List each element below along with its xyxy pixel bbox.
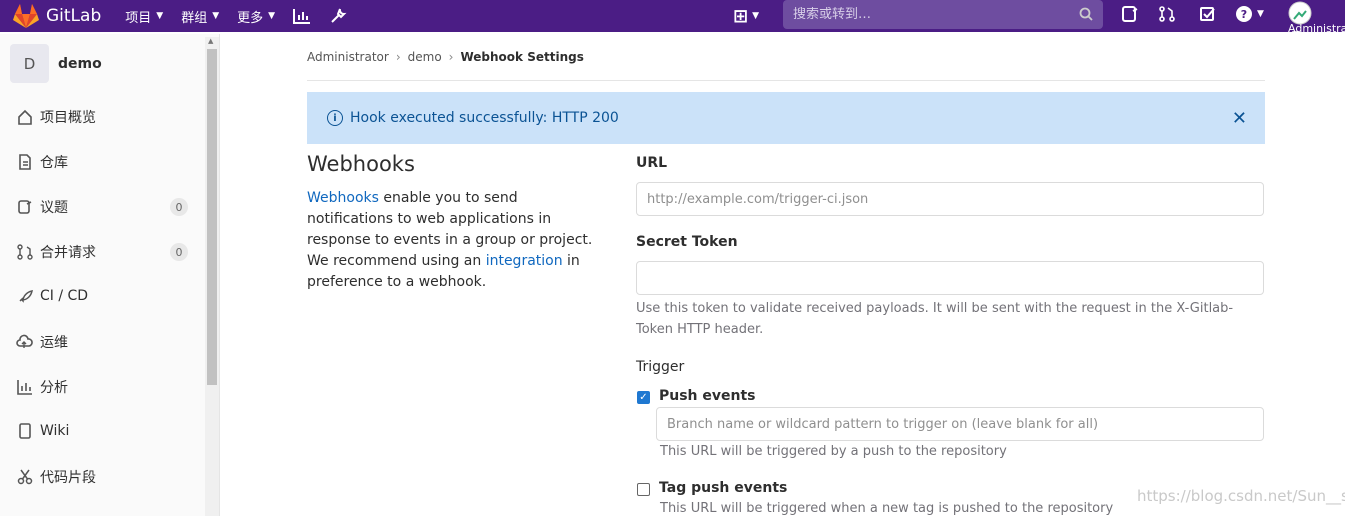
watermark: https://blog.csdn.net/Sun__s (1137, 487, 1345, 505)
top-navbar: GitLab 项目 ▼ 群组 ▼ 更多 ▼ ⊞ ▼ 搜索或转到… ? ▼ ▼ A… (0, 0, 1345, 40)
url-label: URL (636, 155, 668, 171)
doc-icon (16, 154, 33, 171)
book-icon (16, 422, 33, 439)
trigger-label: Trigger (636, 359, 685, 375)
issues-icon (16, 199, 33, 216)
push-events-label[interactable]: Push events (659, 388, 756, 404)
flash-notice: i Hook executed successfully: HTTP 200 ✕ (307, 92, 1265, 144)
sidebar-item-wiki[interactable]: Wiki (16, 422, 191, 439)
secret-token-input[interactable] (636, 261, 1264, 295)
project-avatar: D (10, 44, 49, 83)
activity-chart-icon[interactable] (293, 8, 311, 24)
project-name: demo (58, 55, 102, 72)
sidebar-item-ci-cd[interactable]: CI / CD (16, 287, 191, 304)
breadcrumb-item-administrator[interactable]: Administrator (307, 50, 389, 64)
sidebar-item-label: 仓库 (40, 155, 68, 171)
tag-push-events-checkbox[interactable] (637, 483, 650, 496)
chevron-right-icon: › (395, 50, 401, 64)
search-input[interactable] (793, 7, 1063, 22)
push-branch-filter-input[interactable] (656, 407, 1264, 441)
merge-requests-icon[interactable] (1158, 5, 1176, 23)
project-sidebar: D demo 项目概览 仓库 议题 0 合并请求 0 CI / CD 运维 分析… (0, 34, 220, 516)
nav-menu: 项目 ▼ 群组 ▼ 更多 ▼ (125, 7, 365, 26)
sidebar-item-analytics[interactable]: 分析 (16, 377, 191, 397)
sidebar-item-label: CI / CD (40, 287, 89, 304)
scissors-icon (16, 469, 33, 486)
sidebar-item-label: Wiki (40, 422, 70, 439)
sidebar-item-snippets[interactable]: 代码片段 (16, 467, 191, 487)
sidebar-item-repository[interactable]: 仓库 (16, 152, 191, 172)
sidebar-item-label: 议题 (40, 200, 68, 216)
flash-message: Hook executed successfully: HTTP 200 (350, 110, 619, 126)
gitlab-tanuki-icon (13, 4, 39, 28)
merge-request-icon (16, 244, 33, 261)
secret-token-help: Use this token to validate received payl… (636, 301, 1234, 337)
webhooks-description: Webhooks enable you to send notification… (307, 188, 607, 293)
url-input[interactable] (636, 182, 1264, 216)
issues-count-badge: 0 (170, 198, 188, 216)
plus-icon: ⊞ (733, 5, 749, 27)
sidebar-item-label: 运维 (40, 335, 68, 351)
gitlab-logo[interactable]: GitLab (12, 3, 101, 29)
scroll-up-icon[interactable]: ▲ (208, 37, 213, 45)
merge-requests-count-badge: 0 (170, 243, 188, 261)
nav-projects-dropdown[interactable]: 项目 ▼ (125, 7, 163, 26)
chevron-down-icon: ▼ (268, 11, 276, 21)
help-dropdown[interactable]: ? ▼ (1235, 5, 1264, 23)
chart-icon (16, 379, 33, 396)
chevron-down-icon: ▼ (212, 11, 220, 21)
nav-groups-label: 群组 (181, 10, 208, 26)
chevron-down-icon: ▼ (156, 11, 164, 21)
project-header[interactable]: D demo (10, 44, 102, 83)
sidebar-item-label: 项目概览 (40, 110, 96, 126)
sidebar-item-label: 分析 (40, 380, 68, 396)
brand-name: GitLab (46, 6, 102, 26)
integration-link[interactable]: integration (486, 253, 563, 269)
push-events-checkbox[interactable]: ✓ (637, 391, 650, 404)
user-name-label: Administrator (1288, 22, 1345, 35)
nav-more-dropdown[interactable]: 更多 ▼ (237, 7, 275, 26)
sidebar-scrollbar[interactable]: ▲ (205, 37, 219, 516)
chevron-down-icon: ▼ (752, 11, 760, 21)
webhooks-title: Webhooks (307, 152, 415, 176)
todo-issues-icon[interactable] (1121, 5, 1139, 23)
nav-right: ⊞ ▼ ? ▼ ▼ Administrator (733, 0, 1345, 40)
push-events-help: This URL will be triggered by a push to … (660, 444, 1007, 459)
admin-wrench-icon[interactable] (329, 7, 347, 25)
home-icon (16, 109, 33, 126)
tag-push-events-label[interactable]: Tag push events (659, 480, 787, 496)
scrollbar-thumb[interactable] (207, 49, 217, 385)
sidebar-item-issues[interactable]: 议题 0 (16, 197, 191, 217)
search-icon (1079, 6, 1093, 25)
breadcrumb-divider (307, 80, 1265, 81)
cloud-icon (16, 334, 33, 351)
chevron-down-icon: ▼ (1257, 9, 1264, 19)
secret-token-label: Secret Token (636, 234, 738, 250)
breadcrumb-item-demo[interactable]: demo (408, 50, 442, 64)
sidebar-item-label: 合并请求 (40, 245, 96, 261)
todos-check-icon[interactable] (1199, 5, 1217, 23)
webhooks-doc-link[interactable]: Webhooks (307, 190, 379, 206)
sidebar-item-merge-requests[interactable]: 合并请求 0 (16, 242, 191, 262)
nav-projects-label: 项目 (125, 10, 152, 26)
search-box (783, 0, 1103, 29)
sidebar-item-overview[interactable]: 项目概览 (16, 107, 191, 127)
close-icon[interactable]: ✕ (1232, 108, 1247, 129)
svg-text:?: ? (1241, 8, 1247, 21)
new-item-dropdown[interactable]: ⊞ ▼ (733, 6, 759, 27)
breadcrumb-current[interactable]: Webhook Settings (460, 50, 583, 64)
breadcrumb: Administrator › demo › Webhook Settings (307, 50, 584, 64)
sidebar-item-operations[interactable]: 运维 (16, 332, 191, 352)
nav-more-label: 更多 (237, 10, 264, 26)
nav-groups-dropdown[interactable]: 群组 ▼ (181, 7, 219, 26)
help-icon: ? (1236, 6, 1252, 22)
sidebar-item-label: 代码片段 (40, 470, 96, 486)
rocket-icon (16, 287, 33, 304)
info-icon: i (327, 110, 343, 126)
chevron-right-icon: › (448, 50, 454, 64)
